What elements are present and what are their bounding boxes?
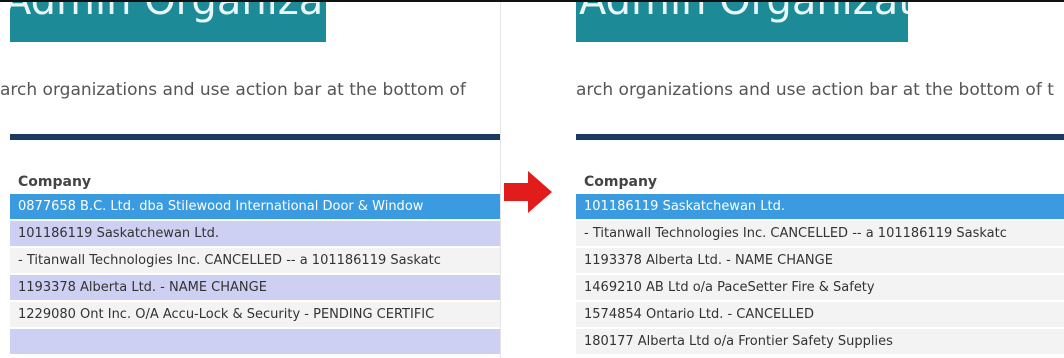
before-screenshot-panel: Admin Organizations arch organizations a… [0, 2, 500, 358]
page-title: Admin Organizations [579, 2, 908, 24]
table-row[interactable]: 101186119 Saskatchewan Ltd. [576, 194, 1064, 221]
section-divider [10, 134, 500, 140]
table-row[interactable]: 0877658 B.C. Ltd. dba Stilewood Internat… [10, 194, 500, 221]
panel-divider [500, 2, 501, 358]
page-title: Admin Organizations [10, 2, 326, 24]
column-header-company[interactable]: Company [10, 170, 500, 194]
table-row[interactable]: 1193378 Alberta Ltd. - NAME CHANGE [10, 275, 500, 302]
section-divider [576, 134, 1064, 140]
column-header-company[interactable]: Company [576, 170, 1064, 194]
page-instructions: arch organizations and use action bar at… [0, 80, 466, 100]
after-screenshot-panel: Admin Organizations arch organizations a… [566, 2, 1064, 358]
organizations-list: 0877658 B.C. Ltd. dba Stilewood Internat… [10, 194, 500, 356]
table-row[interactable] [10, 329, 500, 356]
page-instructions: arch organizations and use action bar at… [576, 80, 1054, 100]
table-row[interactable]: 180177 Alberta Ltd o/a Frontier Safety S… [576, 329, 1064, 356]
organizations-table: Company 0877658 B.C. Ltd. dba Stilewood … [10, 170, 500, 356]
organizations-table: Company 101186119 Saskatchewan Ltd. - Tit… [576, 170, 1064, 356]
table-row[interactable]: 101186119 Saskatchewan Ltd. [10, 221, 500, 248]
table-row[interactable]: - Titanwall Technologies Inc. CANCELLED … [10, 248, 500, 275]
table-row[interactable]: 1193378 Alberta Ltd. - NAME CHANGE [576, 248, 1064, 275]
page-title-bar: Admin Organizations [10, 2, 326, 42]
table-row[interactable]: - Titanwall Technologies Inc. CANCELLED … [576, 221, 1064, 248]
table-row[interactable]: 1574854 Ontario Ltd. - CANCELLED [576, 302, 1064, 329]
table-row[interactable]: 1229080 Ont Inc. O/A Accu-Lock & Securit… [10, 302, 500, 329]
page-title-bar: Admin Organizations [576, 2, 908, 42]
arrow-right-icon [504, 171, 552, 213]
organizations-list: 101186119 Saskatchewan Ltd. - Titanwall T… [576, 194, 1064, 356]
table-row[interactable]: 1469210 AB Ltd o/a PaceSetter Fire & Saf… [576, 275, 1064, 302]
